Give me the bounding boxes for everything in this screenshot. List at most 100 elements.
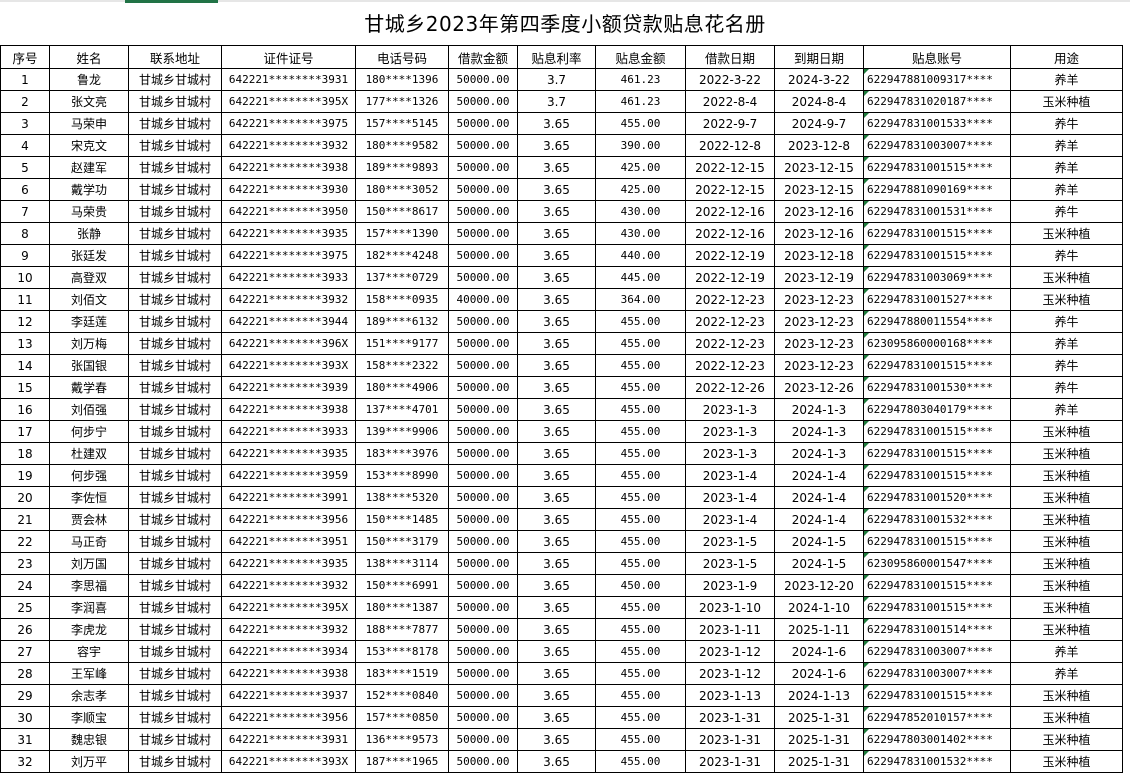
col-phone-cell[interactable]: 152****0840 bbox=[355, 684, 449, 707]
col-due-date-cell[interactable]: 2023-12-8 bbox=[774, 134, 864, 157]
col-loan-amount-cell[interactable]: 50000.00 bbox=[448, 266, 518, 289]
col-address-cell[interactable]: 甘城乡甘城村 bbox=[128, 552, 222, 575]
col-rate-cell[interactable]: 3.65 bbox=[517, 508, 596, 531]
col-name-header[interactable]: 姓名 bbox=[49, 45, 129, 69]
col-loan-amount-cell[interactable]: 50000.00 bbox=[448, 640, 518, 663]
col-loan-date-cell[interactable]: 2023-1-10 bbox=[685, 596, 775, 619]
col-due-date-cell[interactable]: 2025-1-31 bbox=[774, 750, 864, 773]
table-row[interactable]: 11 刘佰文 甘城乡甘城村 642221********3932 158****0935… bbox=[0, 288, 1123, 311]
table-row[interactable]: 17 何步宁 甘城乡甘城村 642221********3933 139****9906… bbox=[0, 420, 1123, 443]
col-purpose-cell[interactable]: 玉米种植 bbox=[1010, 486, 1123, 509]
col-loan-date-cell[interactable]: 2023-1-31 bbox=[685, 728, 775, 751]
col-subsidy-amount-cell[interactable]: 455.00 bbox=[595, 420, 686, 443]
col-address-cell[interactable]: 甘城乡甘城村 bbox=[128, 178, 222, 201]
col-loan-amount-cell[interactable]: 50000.00 bbox=[448, 420, 518, 443]
col-rate-cell[interactable]: 3.65 bbox=[517, 618, 596, 641]
col-account-cell[interactable]: 622947881009317**** bbox=[863, 68, 1011, 91]
col-due-date-cell[interactable]: 2024-1-5 bbox=[774, 530, 864, 553]
col-index-cell[interactable]: 14 bbox=[0, 354, 50, 377]
col-phone-cell[interactable]: 137****4701 bbox=[355, 398, 449, 421]
col-subsidy-amount-cell[interactable]: 461.23 bbox=[595, 68, 686, 91]
col-subsidy-amount-cell[interactable]: 455.00 bbox=[595, 530, 686, 553]
col-address-cell[interactable]: 甘城乡甘城村 bbox=[128, 222, 222, 245]
col-subsidy-amount-cell[interactable]: 455.00 bbox=[595, 750, 686, 773]
col-subsidy-amount-cell[interactable]: 455.00 bbox=[595, 706, 686, 729]
col-purpose-cell[interactable]: 养牛 bbox=[1010, 354, 1123, 377]
col-due-date-cell[interactable]: 2023-12-16 bbox=[774, 222, 864, 245]
col-name-cell[interactable]: 张国银 bbox=[49, 354, 129, 377]
col-due-date-cell[interactable]: 2023-12-26 bbox=[774, 376, 864, 399]
col-account-cell[interactable]: 622947831003007**** bbox=[863, 640, 1011, 663]
col-due-date-cell[interactable]: 2024-1-5 bbox=[774, 552, 864, 575]
col-id-number-cell[interactable]: 642221********3935 bbox=[221, 222, 356, 245]
col-id-number-cell[interactable]: 642221********3932 bbox=[221, 134, 356, 157]
col-loan-date-cell[interactable]: 2023-1-3 bbox=[685, 420, 775, 443]
col-account-cell[interactable]: 622947831001532**** bbox=[863, 508, 1011, 531]
col-address-cell[interactable]: 甘城乡甘城村 bbox=[128, 90, 222, 113]
col-account-cell[interactable]: 622947880011554**** bbox=[863, 310, 1011, 333]
col-id-number-cell[interactable]: 642221********3956 bbox=[221, 706, 356, 729]
table-row[interactable]: 30 李顺宝 甘城乡甘城村 642221********3956 157****0850… bbox=[0, 706, 1123, 729]
table-row[interactable]: 24 李思福 甘城乡甘城村 642221********3932 150****6991… bbox=[0, 574, 1123, 597]
col-purpose-cell[interactable]: 玉米种植 bbox=[1010, 618, 1123, 641]
col-name-cell[interactable]: 贾会林 bbox=[49, 508, 129, 531]
col-loan-amount-cell[interactable]: 50000.00 bbox=[448, 596, 518, 619]
col-purpose-cell[interactable]: 养牛 bbox=[1010, 112, 1123, 135]
col-id-number-cell[interactable]: 642221********393X bbox=[221, 354, 356, 377]
col-purpose-cell[interactable]: 养牛 bbox=[1010, 244, 1123, 267]
col-name-cell[interactable]: 张廷发 bbox=[49, 244, 129, 267]
col-id-number-cell[interactable]: 642221********3932 bbox=[221, 618, 356, 641]
col-name-cell[interactable]: 李廷莲 bbox=[49, 310, 129, 333]
col-phone-cell[interactable]: 180****1396 bbox=[355, 68, 449, 91]
col-account-cell[interactable]: 622947831001515**** bbox=[863, 574, 1011, 597]
col-id-number-cell[interactable]: 642221********396X bbox=[221, 332, 356, 355]
table-row[interactable]: 8 张静 甘城乡甘城村 642221********3935 157****1390 50… bbox=[0, 222, 1123, 245]
col-loan-amount-cell[interactable]: 50000.00 bbox=[448, 486, 518, 509]
col-purpose-cell[interactable]: 玉米种植 bbox=[1010, 684, 1123, 707]
table-row[interactable]: 6 戴学功 甘城乡甘城村 642221********3930 180****3052 5… bbox=[0, 178, 1123, 201]
col-rate-cell[interactable]: 3.65 bbox=[517, 728, 596, 751]
col-loan-amount-cell[interactable]: 50000.00 bbox=[448, 200, 518, 223]
col-rate-cell[interactable]: 3.65 bbox=[517, 354, 596, 377]
col-loan-date-cell[interactable]: 2022-12-23 bbox=[685, 288, 775, 311]
col-loan-date-cell[interactable]: 2022-12-23 bbox=[685, 310, 775, 333]
col-phone-cell[interactable]: 187****1965 bbox=[355, 750, 449, 773]
col-account-cell[interactable]: 622947831001531**** bbox=[863, 200, 1011, 223]
col-loan-date-cell[interactable]: 2022-12-26 bbox=[685, 376, 775, 399]
table-row[interactable]: 22 马正奇 甘城乡甘城村 642221********3951 150****3179… bbox=[0, 530, 1123, 553]
col-purpose-cell[interactable]: 养羊 bbox=[1010, 332, 1123, 355]
col-loan-amount-cell[interactable]: 50000.00 bbox=[448, 134, 518, 157]
col-index-cell[interactable]: 1 bbox=[0, 68, 50, 91]
col-name-cell[interactable]: 刘万平 bbox=[49, 750, 129, 773]
col-phone-cell[interactable]: 189****6132 bbox=[355, 310, 449, 333]
col-index-cell[interactable]: 23 bbox=[0, 552, 50, 575]
col-due-date-cell[interactable]: 2024-1-10 bbox=[774, 596, 864, 619]
col-subsidy-amount-cell[interactable]: 430.00 bbox=[595, 222, 686, 245]
col-index-cell[interactable]: 30 bbox=[0, 706, 50, 729]
col-purpose-cell[interactable]: 玉米种植 bbox=[1010, 266, 1123, 289]
col-address-cell[interactable]: 甘城乡甘城村 bbox=[128, 112, 222, 135]
col-subsidy-amount-cell[interactable]: 455.00 bbox=[595, 640, 686, 663]
col-purpose-cell[interactable]: 玉米种植 bbox=[1010, 728, 1123, 751]
col-loan-date-cell[interactable]: 2022-12-23 bbox=[685, 354, 775, 377]
col-name-cell[interactable]: 何步强 bbox=[49, 464, 129, 487]
col-purpose-cell[interactable]: 玉米种植 bbox=[1010, 442, 1123, 465]
col-loan-date-cell[interactable]: 2022-12-16 bbox=[685, 200, 775, 223]
table-row[interactable]: 25 李润喜 甘城乡甘城村 642221********395X 180****1387… bbox=[0, 596, 1123, 619]
col-name-cell[interactable]: 李佐恒 bbox=[49, 486, 129, 509]
col-index-header[interactable]: 序号 bbox=[0, 45, 50, 69]
col-address-cell[interactable]: 甘城乡甘城村 bbox=[128, 156, 222, 179]
col-account-cell[interactable]: 622947831001515**** bbox=[863, 464, 1011, 487]
col-address-cell[interactable]: 甘城乡甘城村 bbox=[128, 530, 222, 553]
col-id-number-cell[interactable]: 642221********395X bbox=[221, 90, 356, 113]
col-purpose-cell[interactable]: 玉米种植 bbox=[1010, 464, 1123, 487]
col-index-cell[interactable]: 25 bbox=[0, 596, 50, 619]
col-address-cell[interactable]: 甘城乡甘城村 bbox=[128, 640, 222, 663]
col-index-cell[interactable]: 29 bbox=[0, 684, 50, 707]
col-id-number-cell[interactable]: 642221********3935 bbox=[221, 552, 356, 575]
col-name-cell[interactable]: 王军峰 bbox=[49, 662, 129, 685]
col-id-number-cell[interactable]: 642221********3932 bbox=[221, 288, 356, 311]
col-purpose-cell[interactable]: 玉米种植 bbox=[1010, 420, 1123, 443]
col-name-cell[interactable]: 魏忠银 bbox=[49, 728, 129, 751]
col-name-cell[interactable]: 刘佰文 bbox=[49, 288, 129, 311]
